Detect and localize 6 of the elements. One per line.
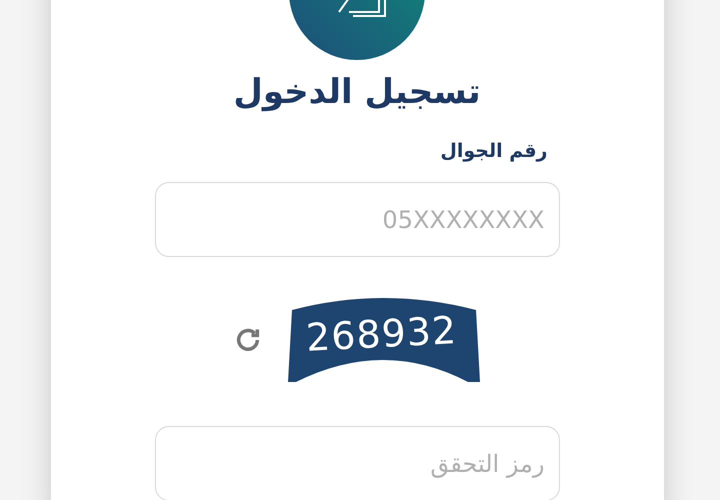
phone-input-field[interactable]: 05XXXXXXXX (154, 182, 560, 257)
phone-label: رقم الجوال (439, 140, 548, 162)
captcha-code: 268932 (304, 308, 458, 360)
code-input-field[interactable]: رمز التحقق (154, 426, 560, 500)
page-title: تسجيل الدخول (233, 72, 481, 112)
refresh-icon[interactable] (234, 326, 262, 354)
